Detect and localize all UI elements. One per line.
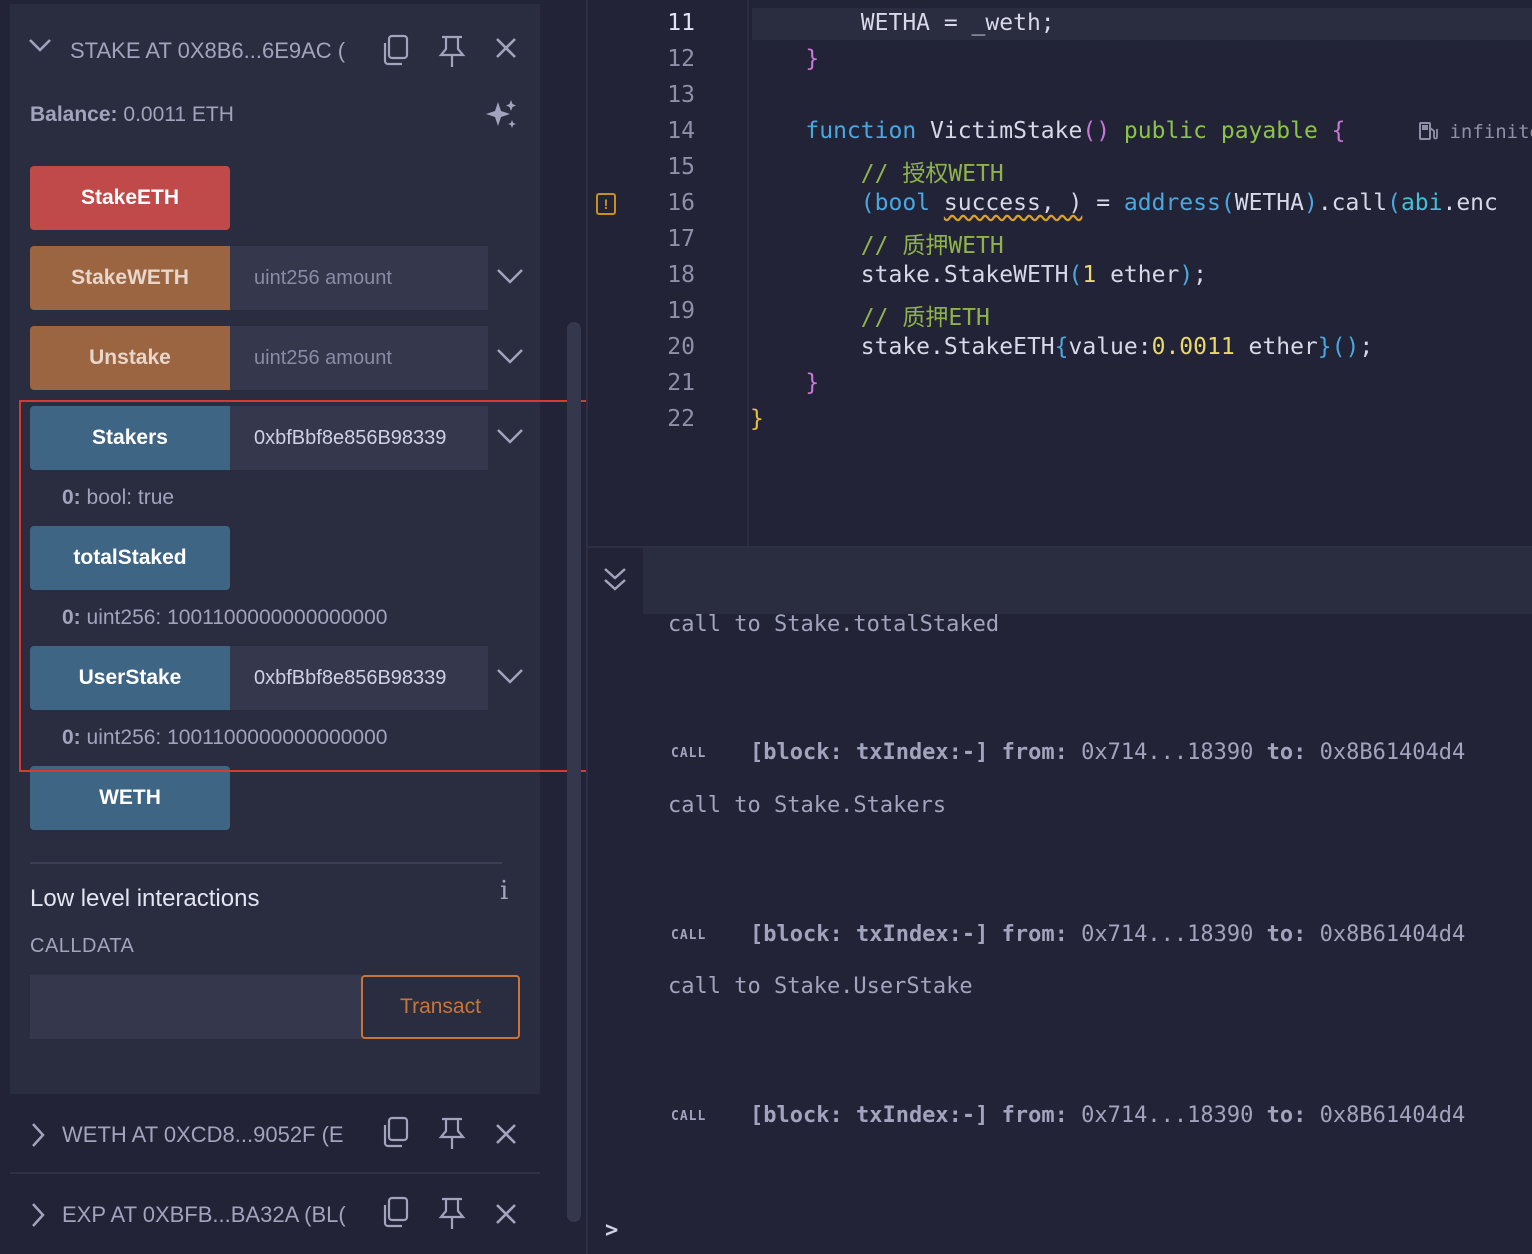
transact-button[interactable]: Transact — [361, 975, 520, 1039]
terminal-log[interactable]: [block: txIndex:-] from: 0x714...18390 t… — [750, 922, 1465, 947]
divider — [30, 862, 502, 864]
code-line: (bool success, ) = address(WETHA).call(a… — [860, 190, 1498, 216]
code-line: stake.StakeWETH(1 ether); — [750, 262, 1208, 288]
stake-weth-amount-input[interactable]: uint256 amount — [230, 246, 488, 310]
line-number: 18 — [667, 262, 695, 288]
line-number: 12 — [667, 46, 695, 72]
copy-icon[interactable] — [380, 1196, 412, 1228]
unstake-amount-input[interactable]: uint256 amount — [230, 326, 488, 390]
chevron-down-icon[interactable] — [496, 348, 524, 366]
call-tag: CALL — [671, 1109, 707, 1124]
highlight-box — [19, 400, 639, 772]
call-tag: CALL — [671, 928, 707, 943]
line-number: 19 — [667, 298, 695, 324]
line-number: 17 — [667, 226, 695, 252]
instance-title: EXP AT 0XBFB...BA32A (BL( — [62, 1202, 346, 1227]
code-line: stake.StakeETH{value:0.0011 ether}(); — [750, 334, 1374, 360]
code-line: } — [805, 370, 820, 396]
divider — [10, 1172, 540, 1174]
gas-estimate: infinite — [1418, 121, 1532, 143]
weth-instance-header[interactable]: WETH AT 0XCD8...9052F (E — [0, 1098, 540, 1168]
stake-weth-button[interactable]: StakeWETH — [30, 246, 230, 310]
weth-button[interactable]: WETH — [30, 766, 230, 830]
balance-value: 0.0011 ETH — [123, 103, 234, 126]
double-chevron-down-icon[interactable] — [602, 566, 628, 594]
terminal-message: call to Stake.totalStaked — [668, 612, 1000, 637]
exp-instance-header[interactable]: EXP AT 0XBFB...BA32A (BL( — [0, 1178, 540, 1248]
call-tag: CALL — [671, 746, 707, 761]
gas-pump-icon — [1419, 122, 1438, 140]
code-line: } — [750, 406, 764, 432]
pin-icon[interactable] — [436, 34, 468, 68]
copy-icon[interactable] — [380, 34, 412, 66]
pin-icon[interactable] — [436, 1196, 468, 1230]
line-number: 14 — [667, 118, 695, 144]
line-number: 13 — [667, 82, 695, 108]
code-line: WETHA = _weth; — [750, 10, 1055, 36]
terminal-message: call to Stake.Stakers — [668, 793, 947, 818]
unstake-button[interactable]: Unstake — [30, 326, 230, 390]
close-icon[interactable] — [494, 36, 518, 60]
balance-label: Balance: — [30, 103, 118, 126]
code-comment: // 授权WETH — [860, 161, 1004, 187]
terminal-message: call to Stake.UserStake — [668, 974, 973, 999]
code-comment: // 质押ETH — [860, 305, 990, 331]
sparkle-icon[interactable] — [484, 98, 520, 134]
info-icon[interactable]: i — [500, 876, 508, 906]
code-line: } — [805, 46, 820, 72]
line-number: 20 — [667, 334, 695, 360]
close-icon[interactable] — [494, 1202, 518, 1226]
terminal-log[interactable]: [block: txIndex:-] from: 0x714...18390 t… — [750, 1103, 1465, 1128]
pin-icon[interactable] — [436, 1116, 468, 1150]
line-number: 11 — [667, 10, 695, 36]
terminal-toolbar-area — [643, 548, 1532, 614]
chevron-down-icon[interactable] — [28, 38, 52, 54]
chevron-down-icon[interactable] — [496, 268, 524, 286]
calldata-input[interactable] — [30, 975, 362, 1039]
code-line: function VictimStake() public payable { — [805, 118, 1346, 144]
deploy-run-panel: STAKE AT 0X8B6...6E9AC ( Balance: 0.0011… — [0, 0, 639, 1254]
instance-title: STAKE AT 0X8B6...6E9AC ( — [70, 38, 346, 63]
instance-title: WETH AT 0XCD8...9052F (E — [62, 1122, 344, 1147]
calldata-label: CALLDATA — [30, 935, 135, 957]
line-number: 15 — [667, 154, 695, 180]
line-number: 22 — [667, 406, 695, 432]
stake-eth-button[interactable]: StakeETH — [30, 166, 230, 230]
low-level-title: Low level interactions — [30, 885, 260, 912]
warning-icon[interactable]: ! — [596, 193, 616, 215]
terminal-prompt[interactable]: > — [605, 1218, 618, 1243]
code-comment: // 质押WETH — [860, 233, 1004, 259]
copy-icon[interactable] — [380, 1116, 412, 1148]
terminal-log[interactable]: [block: txIndex:-] from: 0x714...18390 t… — [750, 740, 1465, 765]
close-icon[interactable] — [494, 1122, 518, 1146]
balance-line: Balance: 0.0011 ETH — [30, 103, 234, 127]
gutter-border — [747, 0, 749, 546]
line-number: 21 — [667, 370, 695, 396]
scrollbar[interactable] — [567, 322, 581, 1222]
stake-instance-header[interactable]: STAKE AT 0X8B6...6E9AC ( — [0, 8, 540, 78]
chevron-right-icon[interactable] — [30, 1202, 46, 1228]
chevron-right-icon[interactable] — [30, 1122, 46, 1148]
